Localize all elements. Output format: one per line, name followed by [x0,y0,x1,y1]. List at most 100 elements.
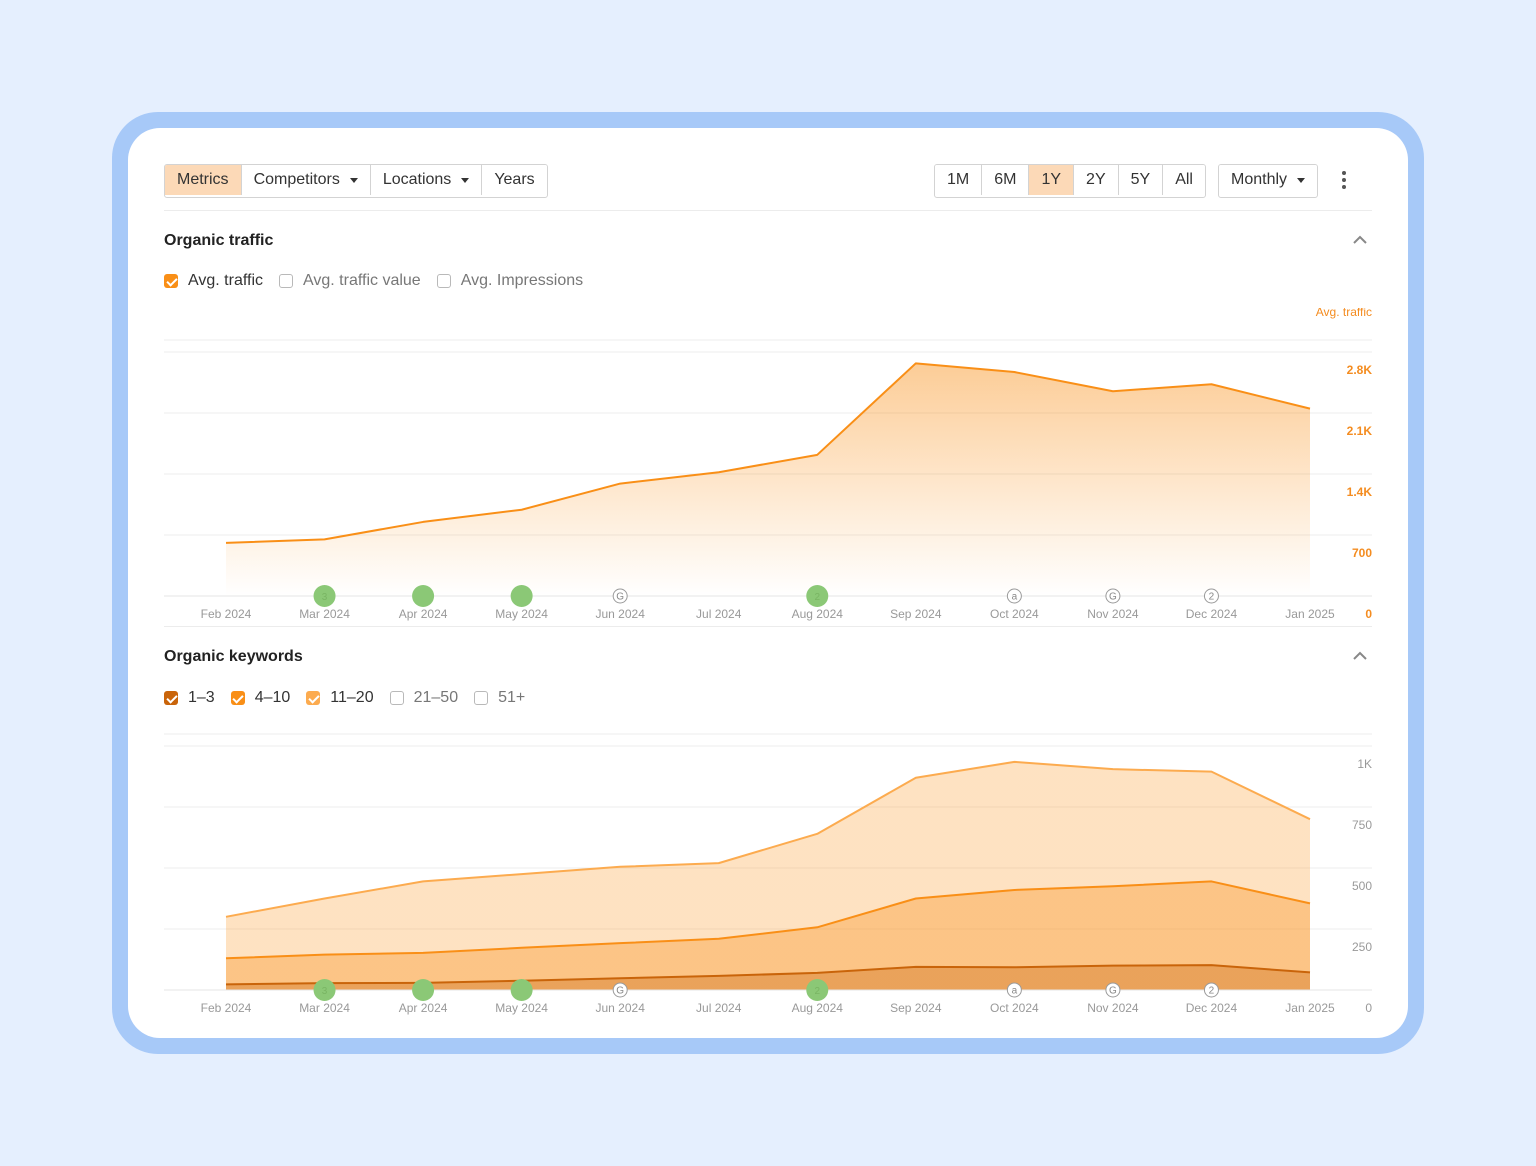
caret-down-icon [461,177,470,183]
checkbox-checked-icon [306,691,321,705]
legend-checkbox-11-20[interactable]: 11–20 [306,689,374,707]
tab-label: Locations [382,171,452,188]
x-tick-label: Oct 2024 [990,1001,1039,1015]
event-marker-label: G [616,592,624,603]
x-tick-label: Apr 2024 [399,607,448,621]
y-tick-label: 1.4K [1347,485,1373,499]
y-tick-label: 700 [1352,546,1372,560]
checkbox-checked-icon [164,691,178,705]
event-marker-label: 2 [1209,986,1215,997]
legend-label: 4–10 [254,689,291,706]
kebab-vertical-icon[interactable] [1332,168,1356,192]
traffic-section-title: Organic traffic [164,232,274,249]
device-frame: Metrics Competitors Locations Years 1M 6M 1Y 2… [112,112,1424,1054]
metrics-tab-group: Metrics Competitors Locations Years [164,164,548,198]
keywords-section-title: Organic keywords [164,648,303,665]
x-tick-label: Mar 2024 [299,607,350,621]
y-tick-label: 750 [1352,818,1372,832]
x-tick-label: Jan 2025 [1285,1001,1335,1015]
range-button-all[interactable]: All [1163,165,1205,195]
chevron-up-icon[interactable] [1350,233,1370,247]
time-range-group: 1M 6M 1Y 2Y 5Y All [934,164,1206,198]
x-tick-label: Jun 2024 [595,607,645,621]
legend-label: Avg. traffic value [303,272,421,289]
range-button-1m[interactable]: 1M [935,165,983,195]
legend-label: 21–50 [413,689,459,706]
y-tick-label: 0 [1365,607,1372,621]
legend-label: 1–3 [188,689,215,706]
legend-checkbox-avg-traffic[interactable]: Avg. traffic [164,272,263,290]
x-tick-label: May 2024 [495,1001,548,1015]
event-marker-label: 2 [814,592,820,603]
legend-checkbox-21-50[interactable]: 21–50 [389,689,459,707]
x-tick-label: Oct 2024 [990,607,1039,621]
y-tick-label: 0 [1365,1001,1372,1015]
y-tick-label: 2.1K [1347,424,1373,438]
interval-group: Monthly [1218,164,1319,198]
toolbar-divider [164,210,1372,211]
checkbox-unchecked-icon [279,274,293,288]
caret-down-icon [1297,177,1306,183]
legend-checkbox-51[interactable]: 51+ [474,689,525,707]
checkbox-checked-icon [230,691,245,705]
legend-checkbox-avg-impressions[interactable]: Avg. Impressions [436,272,584,290]
chevron-up-icon[interactable] [1350,649,1370,663]
traffic-legend: Avg. traffic Avg. traffic value Avg. Impre… [164,272,599,290]
y-tick-label: 500 [1352,879,1372,893]
y-tick-label: 2.8K [1347,363,1373,377]
series-area-avg-traffic [226,363,1310,596]
event-marker-label: a [1012,592,1018,603]
tab-locations[interactable]: Locations [370,165,483,195]
x-tick-label: Jul 2024 [696,607,742,621]
event-marker-label: G [1109,592,1117,603]
event-marker-label: a [1012,986,1018,997]
report-card: Metrics Competitors Locations Years 1M 6M 1Y 2… [128,128,1408,1038]
x-tick-label: Aug 2024 [792,1001,844,1015]
section-divider [164,626,1372,627]
x-tick-label: May 2024 [495,607,548,621]
legend-label: Avg. Impressions [460,272,584,289]
legend-label: Avg. traffic [188,272,263,289]
event-marker-label: G [1109,986,1117,997]
range-button-5y[interactable]: 5Y [1118,165,1164,195]
tab-label: Competitors [253,171,340,188]
legend-checkbox-1-3[interactable]: 1–3 [164,689,215,707]
interval-label: Monthly [1231,171,1288,188]
traffic-chart: 0 700 1.4K 2.1K 2.8K Avg. traffic Feb 2024 Mar … [164,308,1373,621]
range-button-2y[interactable]: 2Y [1074,165,1119,195]
legend-label: 11–20 [330,689,374,706]
tab-years[interactable]: Years [482,165,547,195]
x-tick-label: Jun 2024 [595,1001,645,1015]
x-tick-label: Sep 2024 [890,607,942,621]
range-button-6m[interactable]: 6M [982,165,1030,195]
y-tick-label: 250 [1352,940,1372,954]
event-marker-label: G [616,986,624,997]
y-tick-label: 1K [1357,757,1372,771]
legend-checkbox-avg-traffic-value[interactable]: Avg. traffic value [279,272,421,290]
x-tick-label: Apr 2024 [399,1001,448,1015]
keywords-legend: 1–3 4–10 11–20 21–50 51+ [164,689,541,707]
x-tick-label: Mar 2024 [299,1001,350,1015]
event-marker-green-icon [412,585,435,607]
event-marker-label: 3 [322,592,328,603]
event-marker-label: 2 [814,986,820,997]
x-tick-label: Sep 2024 [890,1001,942,1015]
range-button-1y[interactable]: 1Y [1029,165,1075,195]
legend-checkbox-4-10[interactable]: 4–10 [230,689,291,707]
event-marker-label: 2 [1209,592,1215,603]
x-tick-label: Jul 2024 [696,1001,742,1015]
checkbox-checked-icon [164,274,178,288]
x-tick-label: Feb 2024 [201,607,252,621]
x-tick-label: Dec 2024 [1186,607,1238,621]
x-tick-label: Dec 2024 [1186,1001,1238,1015]
event-marker-label: 3 [322,986,328,997]
tab-metrics[interactable]: Metrics [165,165,242,195]
event-marker-green-icon [510,585,533,607]
x-tick-label: Nov 2024 [1087,1001,1139,1015]
x-tick-label: Feb 2024 [201,1001,252,1015]
toolbar: Metrics Competitors Locations Years 1M 6M 1Y 2… [164,164,1372,198]
interval-dropdown[interactable]: Monthly [1219,165,1318,195]
x-tick-label: Jan 2025 [1285,607,1335,621]
tab-competitors[interactable]: Competitors [241,165,371,195]
keywords-chart: 0 250 500 750 1K Feb 2024 Mar 2024 Apr 2024 May … [164,733,1372,1015]
